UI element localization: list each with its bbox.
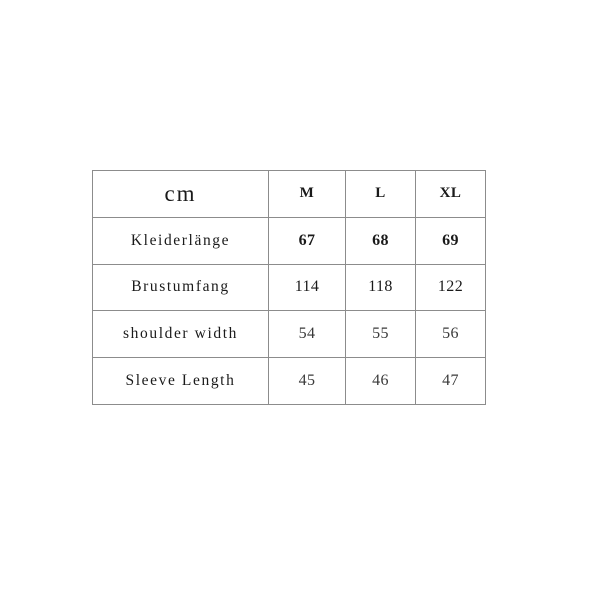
- table-row: Brustumfang 114 118 122: [92, 263, 486, 312]
- cell-kleiderlaenge-xl: 69: [415, 216, 486, 265]
- cell-shoulder-width-l: 55: [345, 310, 416, 359]
- size-chart-container: cm M L XL Kleiderlänge 67 68 69 Brustumf…: [92, 170, 486, 405]
- cell-sleeve-length-m: 45: [268, 357, 346, 405]
- table-row: Kleiderlänge 67 68 69: [92, 216, 486, 265]
- cell-shoulder-width-xl: 56: [415, 310, 486, 359]
- cell-kleiderlaenge-m: 67: [268, 216, 346, 265]
- cell-sleeve-length-l: 46: [345, 357, 416, 405]
- row-label-brustumfang: Brustumfang: [92, 263, 269, 312]
- cell-brustumfang-l: 118: [345, 263, 416, 312]
- row-label-sleeve-length: Sleeve Length: [92, 357, 269, 405]
- row-label-shoulder-width: shoulder width: [92, 310, 269, 359]
- size-chart-table: cm M L XL Kleiderlänge 67 68 69 Brustumf…: [92, 170, 486, 405]
- unit-label-cell: cm: [92, 170, 269, 218]
- row-label-kleiderlaenge: Kleiderlänge: [92, 216, 269, 265]
- table-header-row: cm M L XL: [92, 170, 486, 218]
- column-header-xl: XL: [415, 170, 486, 218]
- cell-brustumfang-xl: 122: [415, 263, 486, 312]
- column-header-l: L: [345, 170, 416, 218]
- table-row: Sleeve Length 45 46 47: [92, 357, 486, 405]
- cell-sleeve-length-xl: 47: [415, 357, 486, 405]
- cell-shoulder-width-m: 54: [268, 310, 346, 359]
- cell-kleiderlaenge-l: 68: [345, 216, 416, 265]
- table-row: shoulder width 54 55 56: [92, 310, 486, 359]
- column-header-m: M: [268, 170, 346, 218]
- cell-brustumfang-m: 114: [268, 263, 346, 312]
